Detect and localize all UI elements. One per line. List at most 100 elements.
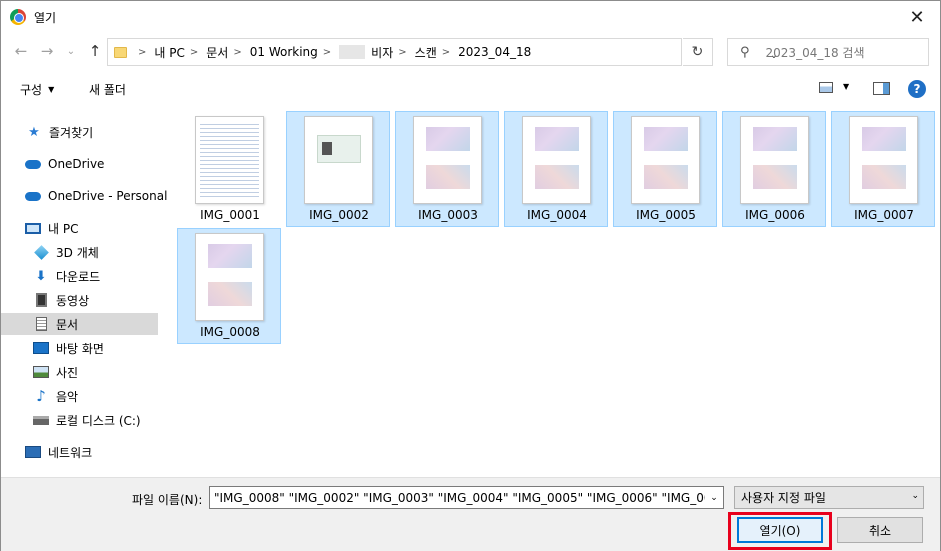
image-thumbnail bbox=[304, 116, 373, 204]
sidebar-item-onedrive[interactable]: OneDrive bbox=[1, 153, 158, 175]
image-thumbnail bbox=[195, 116, 264, 204]
file-tile[interactable]: IMG_0001 bbox=[177, 111, 281, 227]
command-toolbar: 구성 ▼ 새 폴더 ▼ ? bbox=[1, 73, 940, 105]
file-tile[interactable]: IMG_0006 bbox=[722, 111, 826, 227]
sidebar-item-label: OneDrive - Personal bbox=[48, 189, 168, 203]
chevron-right-icon: > bbox=[233, 46, 242, 58]
sidebar-item-label: 문서 bbox=[56, 317, 79, 332]
sidebar-item-pictures[interactable]: 사진 bbox=[1, 361, 158, 383]
file-tile[interactable]: IMG_0007 bbox=[831, 111, 935, 227]
file-tile[interactable]: IMG_0002 bbox=[286, 111, 390, 227]
search-placeholder: 2023_04_18 검색 bbox=[765, 45, 865, 60]
navigation-pane: ★ 즐겨찾기 OneDrive OneDrive - Personal 내 PC… bbox=[1, 109, 167, 474]
music-icon: ♪ bbox=[36, 387, 46, 405]
breadcrumb-working[interactable]: 01 Working bbox=[250, 45, 318, 59]
breadcrumb-documents[interactable]: 문서 bbox=[206, 44, 228, 61]
sidebar-item-videos[interactable]: 동영상 bbox=[1, 289, 158, 311]
image-thumbnail bbox=[522, 116, 591, 204]
cancel-button[interactable]: 취소 bbox=[837, 517, 923, 543]
forward-arrow-icon[interactable]: → bbox=[37, 41, 57, 61]
preview-pane-icon[interactable] bbox=[873, 82, 890, 95]
breadcrumb-my-pc[interactable]: 내 PC bbox=[154, 44, 184, 61]
breadcrumb-visa[interactable]: 비자 bbox=[371, 44, 393, 61]
drive-icon bbox=[33, 413, 49, 427]
file-tile[interactable]: IMG_0008 bbox=[177, 228, 281, 344]
chevron-right-icon: > bbox=[398, 46, 407, 58]
caret-down-icon[interactable]: ▼ bbox=[843, 82, 849, 91]
sidebar-item-label: 바탕 화면 bbox=[56, 341, 104, 356]
open-file-dialog: 열기 ✕ ← → ⌄ ↑ > 내 PC > 문서 > 01 Working > … bbox=[0, 0, 941, 551]
file-tile[interactable]: IMG_0004 bbox=[504, 111, 608, 227]
dialog-footer: 파일 이름(N): "IMG_0008" "IMG_0002" "IMG_000… bbox=[1, 477, 940, 551]
chevron-right-icon: > bbox=[441, 46, 451, 58]
file-type-select[interactable]: 사용자 지정 파일 ⌄ bbox=[734, 486, 924, 509]
window-title: 열기 bbox=[34, 10, 57, 25]
file-name: IMG_0008 bbox=[200, 325, 260, 339]
chevron-right-icon: > bbox=[189, 46, 199, 58]
help-icon[interactable]: ? bbox=[908, 80, 926, 98]
sidebar-item-label: 3D 개체 bbox=[56, 245, 99, 260]
sidebar-item-label: 사진 bbox=[56, 365, 79, 380]
organize-button[interactable]: 구성 ▼ bbox=[20, 81, 54, 98]
image-thumbnail bbox=[740, 116, 809, 204]
folder-icon bbox=[114, 46, 127, 58]
sidebar-item-documents[interactable]: 문서 bbox=[1, 313, 158, 335]
star-icon: ★ bbox=[28, 124, 40, 140]
sidebar-item-label: 동영상 bbox=[56, 293, 90, 308]
sidebar-item-desktop[interactable]: 바탕 화면 bbox=[1, 337, 158, 359]
file-name: IMG_0001 bbox=[200, 208, 260, 222]
chevron-down-icon[interactable]: ⌄ bbox=[705, 487, 723, 508]
file-name: IMG_0005 bbox=[636, 208, 696, 222]
refresh-icon[interactable]: ↻ bbox=[683, 38, 713, 66]
open-button[interactable]: 열기(O) bbox=[737, 517, 823, 543]
sidebar-item-local-disk[interactable]: 로컬 디스크 (C:) bbox=[1, 409, 158, 431]
cloud-icon bbox=[25, 189, 41, 203]
document-icon bbox=[33, 317, 49, 331]
address-bar[interactable]: > 내 PC > 문서 > 01 Working > 비자 > 스캔 > 202… bbox=[107, 38, 778, 66]
sidebar-item-favorites[interactable]: ★ 즐겨찾기 bbox=[1, 121, 158, 143]
back-arrow-icon[interactable]: ← bbox=[11, 41, 31, 61]
cloud-icon bbox=[25, 157, 41, 171]
chevron-down-icon: ⌄ bbox=[911, 491, 919, 501]
pc-icon bbox=[25, 221, 41, 235]
change-view-icon[interactable] bbox=[819, 82, 833, 93]
sidebar-item-downloads[interactable]: ⬇ 다운로드 bbox=[1, 265, 158, 287]
image-thumbnail bbox=[849, 116, 918, 204]
sidebar-item-network[interactable]: 네트워크 bbox=[1, 441, 158, 463]
file-tile[interactable]: IMG_0003 bbox=[395, 111, 499, 227]
sidebar-item-label: 즐겨찾기 bbox=[49, 125, 94, 140]
chevron-right-icon: > bbox=[138, 46, 147, 58]
chevron-right-icon: > bbox=[322, 46, 332, 58]
image-thumbnail bbox=[631, 116, 700, 204]
close-button[interactable]: ✕ bbox=[894, 1, 940, 33]
organize-label: 구성 bbox=[20, 83, 43, 97]
breadcrumb-date-folder[interactable]: 2023_04_18 bbox=[458, 45, 531, 59]
sidebar-item-label: 로컬 디스크 (C:) bbox=[56, 413, 141, 428]
sidebar-item-my-pc[interactable]: 내 PC bbox=[1, 217, 158, 239]
search-input[interactable]: ⚲ 2023_04_18 검색 bbox=[727, 38, 929, 66]
sidebar-item-label: OneDrive bbox=[48, 157, 105, 171]
picture-icon bbox=[33, 365, 49, 379]
sidebar-item-label: 음악 bbox=[56, 389, 79, 404]
sidebar-item-music[interactable]: ♪ 음악 bbox=[1, 385, 158, 407]
sidebar-item-label: 다운로드 bbox=[56, 269, 101, 284]
breadcrumb-scan[interactable]: 스캔 bbox=[415, 44, 437, 61]
up-arrow-icon[interactable]: ↑ bbox=[85, 41, 105, 61]
sidebar-item-label: 내 PC bbox=[48, 221, 79, 236]
desktop-icon bbox=[33, 341, 49, 355]
chrome-icon bbox=[10, 9, 26, 25]
recent-locations-chevron-icon[interactable]: ⌄ bbox=[61, 41, 81, 61]
file-tile[interactable]: IMG_0005 bbox=[613, 111, 717, 227]
filename-input[interactable]: "IMG_0008" "IMG_0002" "IMG_0003" "IMG_00… bbox=[209, 486, 724, 509]
filename-label: 파일 이름(N): bbox=[132, 493, 203, 507]
file-type-value: 사용자 지정 파일 bbox=[741, 491, 826, 505]
search-icon: ⚲ bbox=[740, 44, 750, 60]
download-icon: ⬇ bbox=[35, 268, 47, 284]
new-folder-button[interactable]: 새 폴더 bbox=[89, 81, 126, 98]
sidebar-item-onedrive-personal[interactable]: OneDrive - Personal bbox=[1, 185, 167, 207]
sidebar-item-3d-objects[interactable]: 3D 개체 bbox=[1, 241, 158, 263]
cube-icon bbox=[33, 244, 49, 260]
filename-value: "IMG_0008" "IMG_0002" "IMG_0003" "IMG_00… bbox=[214, 490, 724, 505]
file-name: IMG_0007 bbox=[854, 208, 914, 222]
navigation-bar: ← → ⌄ ↑ > 내 PC > 문서 > 01 Working > 비자 > … bbox=[1, 35, 940, 69]
